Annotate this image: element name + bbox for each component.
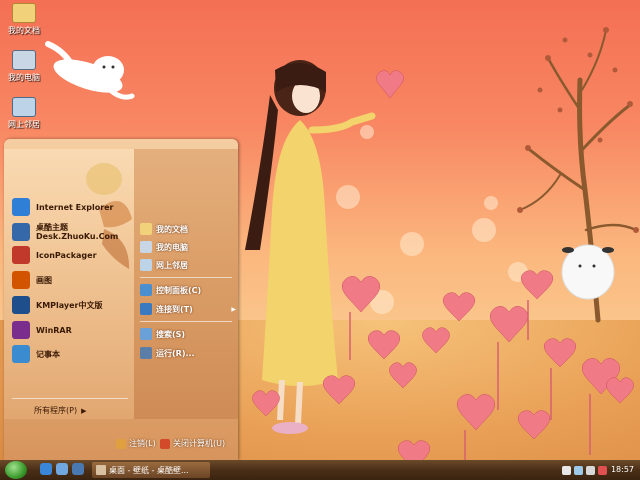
taskbar-window-button[interactable]: 桌面 - 壁纸 - 桌酷壁... (92, 462, 210, 478)
all-programs-button[interactable]: 所有程序(P) ▶ (34, 405, 86, 416)
place-network[interactable]: 网上邻居 (140, 257, 188, 273)
program-kmplayer[interactable]: KMPlayer中文版 (12, 294, 103, 316)
start-menu-footer: 注销(L) 关闭计算机(U) (4, 429, 238, 460)
program-zhuoku-theme[interactable]: 桌酷主题 Desk.ZhuoKu.Com (12, 219, 118, 245)
place-control-panel[interactable]: 控制面板(C) (140, 282, 201, 298)
connect-icon (140, 303, 152, 315)
desktop-icon-my-computer[interactable]: 我的电脑 (2, 50, 46, 83)
place-run[interactable]: 运行(R)... (140, 345, 195, 361)
window-icon (96, 465, 106, 475)
place-connect-to[interactable]: 连接到(T) ▶ (140, 301, 236, 317)
computer-icon (12, 50, 36, 70)
program-internet-explorer[interactable]: Internet Explorer (12, 196, 114, 218)
program-notepad[interactable]: 记事本 (12, 343, 60, 365)
security-tray-icon[interactable] (598, 465, 607, 475)
ie-icon (12, 198, 30, 216)
program-paint[interactable]: 画图 (12, 269, 52, 291)
key-icon (116, 438, 126, 449)
control-panel-icon (140, 284, 152, 296)
place-search[interactable]: 搜索(S) (140, 326, 185, 342)
place-my-documents[interactable]: 我的文档 (140, 221, 188, 237)
program-zhuoku-text: 桌酷主题 Desk.ZhuoKu.Com (36, 223, 118, 241)
documents-icon (12, 3, 36, 23)
logoff-button[interactable]: 注销(L) (116, 438, 156, 449)
run-icon (140, 347, 152, 359)
program-iconpackager[interactable]: IconPackager (12, 244, 97, 266)
network-icon (12, 97, 36, 117)
kmplayer-icon (12, 296, 30, 314)
winrar-icon (12, 321, 30, 339)
zhuoku-icon (12, 223, 30, 241)
start-menu: Internet Explorer 桌酷主题 Desk.ZhuoKu.Com I… (4, 139, 238, 460)
search-icon (140, 328, 152, 340)
network-icon (140, 259, 152, 271)
taskbar: 桌面 - 壁纸 - 桌酷壁... 18:57 (0, 460, 640, 480)
girl-illustration (245, 60, 376, 434)
computer-icon (140, 241, 152, 253)
ie-icon[interactable] (40, 463, 52, 475)
programs-separator (12, 398, 128, 399)
desktop-icon-my-documents[interactable]: 我的文档 (2, 3, 46, 36)
media-player-icon[interactable] (72, 463, 84, 475)
tray-chevron-icon[interactable] (562, 465, 571, 475)
start-button[interactable] (5, 461, 27, 479)
clock[interactable]: 18:57 (611, 465, 634, 474)
taskbar-window-label: 桌面 - 壁纸 - 桌酷壁... (109, 465, 189, 475)
paint-icon (12, 271, 30, 289)
place-my-computer[interactable]: 我的电脑 (140, 239, 188, 255)
arrow-right-icon: ▶ (81, 406, 87, 415)
desktop-icon-network[interactable]: 网上邻居 (2, 97, 46, 130)
power-icon (160, 438, 170, 449)
logoff-label: 注销(L) (129, 439, 156, 448)
sheep-illustration (561, 244, 615, 300)
places-separator (140, 321, 232, 322)
notepad-icon (12, 345, 30, 363)
places-separator (140, 277, 232, 278)
volume-icon[interactable] (586, 465, 595, 475)
program-winrar[interactable]: WinRAR (12, 319, 72, 341)
program-sublabel: Desk.ZhuoKu.Com (36, 232, 119, 241)
network-tray-icon[interactable] (574, 465, 583, 475)
shutdown-button[interactable]: 关闭计算机(U) (160, 438, 225, 449)
flying-cat-illustration (45, 41, 135, 100)
all-programs-label: 所有程序(P) (34, 406, 78, 415)
show-desktop-icon[interactable] (56, 463, 68, 475)
arrow-right-icon: ▶ (231, 305, 236, 313)
program-label: 桌酷主题 (36, 223, 68, 232)
shutdown-label: 关闭计算机(U) (173, 439, 226, 448)
iconpackager-icon (12, 246, 30, 264)
documents-icon (140, 223, 152, 235)
